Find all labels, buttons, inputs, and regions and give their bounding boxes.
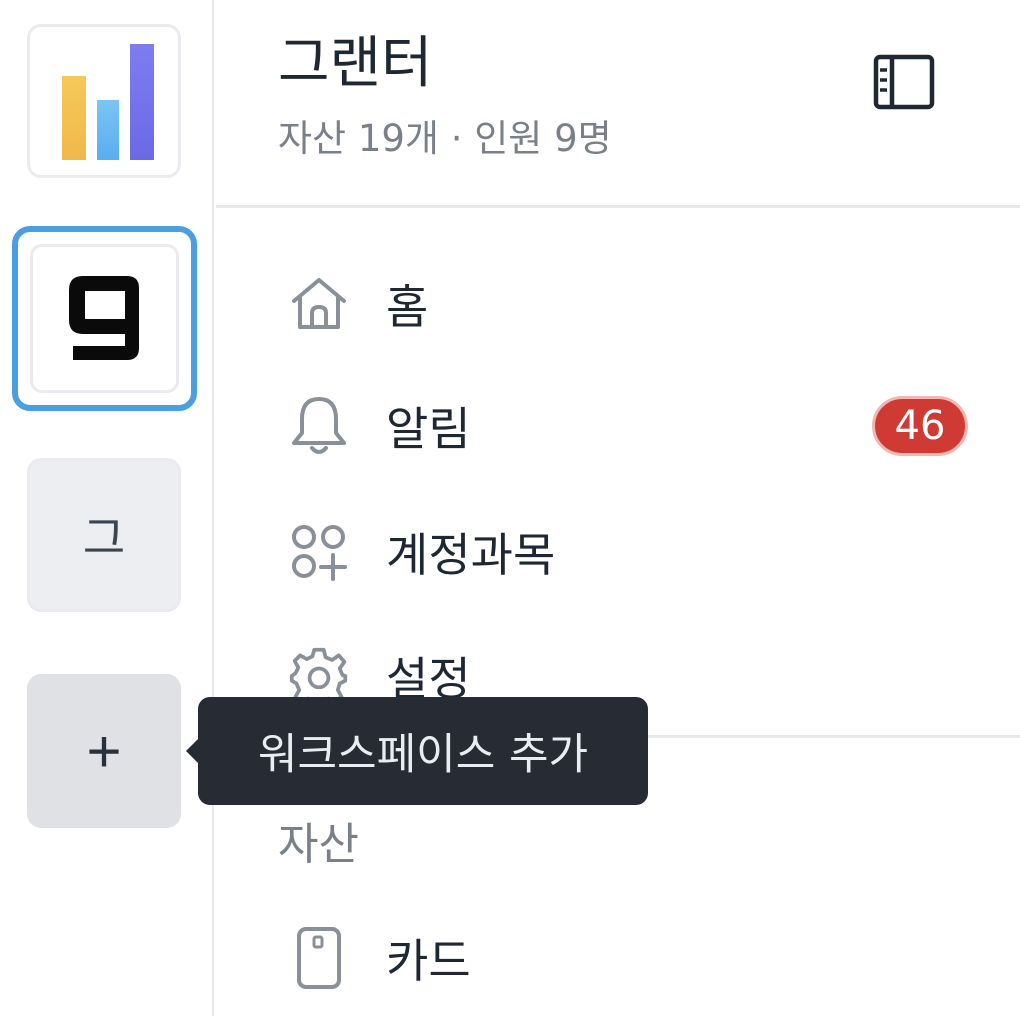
add-workspace-button[interactable]: + [27, 674, 181, 828]
workspace-letter[interactable]: 그 [27, 458, 181, 612]
nav-item-home[interactable]: 홈 [216, 254, 1020, 354]
card-icon [288, 927, 350, 989]
nav-item-account-categories-label: 계정과목 [386, 528, 556, 582]
nav-item-notifications[interactable]: 알림 46 [216, 376, 1020, 476]
workspace-rail: 그 + [0, 0, 214, 1016]
workspace-chart[interactable] [27, 24, 181, 178]
workspace-letter-label: 그 [82, 511, 126, 565]
workspace-g[interactable] [30, 244, 179, 393]
plus-icon: + [86, 717, 122, 785]
g-logo-icon [68, 275, 139, 360]
bar-chart-logo-icon [62, 44, 154, 160]
sidebar-collapse-icon [873, 54, 935, 110]
nav-item-notifications-label: 알림 [386, 402, 471, 456]
workspace-subtitle: 자산 19개 · 인원 9명 [278, 117, 612, 160]
workspace-title: 그랜터 [278, 31, 433, 96]
workspace-header: 그랜터 자산 19개 · 인원 9명 [216, 0, 1020, 208]
sidebar-collapse-button[interactable] [870, 52, 938, 114]
workspace-g-selected[interactable] [12, 226, 197, 411]
nav-item-card-label: 카드 [386, 934, 471, 988]
add-workspace-tooltip: 워크스페이스 추가 [198, 697, 648, 805]
section-label-assets: 자산 [278, 819, 359, 870]
account-categories-icon [288, 521, 350, 583]
nav-item-card[interactable]: 카드 [216, 908, 1020, 1008]
bell-icon [288, 395, 350, 457]
nav-item-home-label: 홈 [386, 280, 429, 334]
notification-count-badge: 46 [872, 396, 968, 456]
home-icon [288, 273, 350, 335]
nav-item-account-categories[interactable]: 계정과목 [216, 502, 1020, 602]
